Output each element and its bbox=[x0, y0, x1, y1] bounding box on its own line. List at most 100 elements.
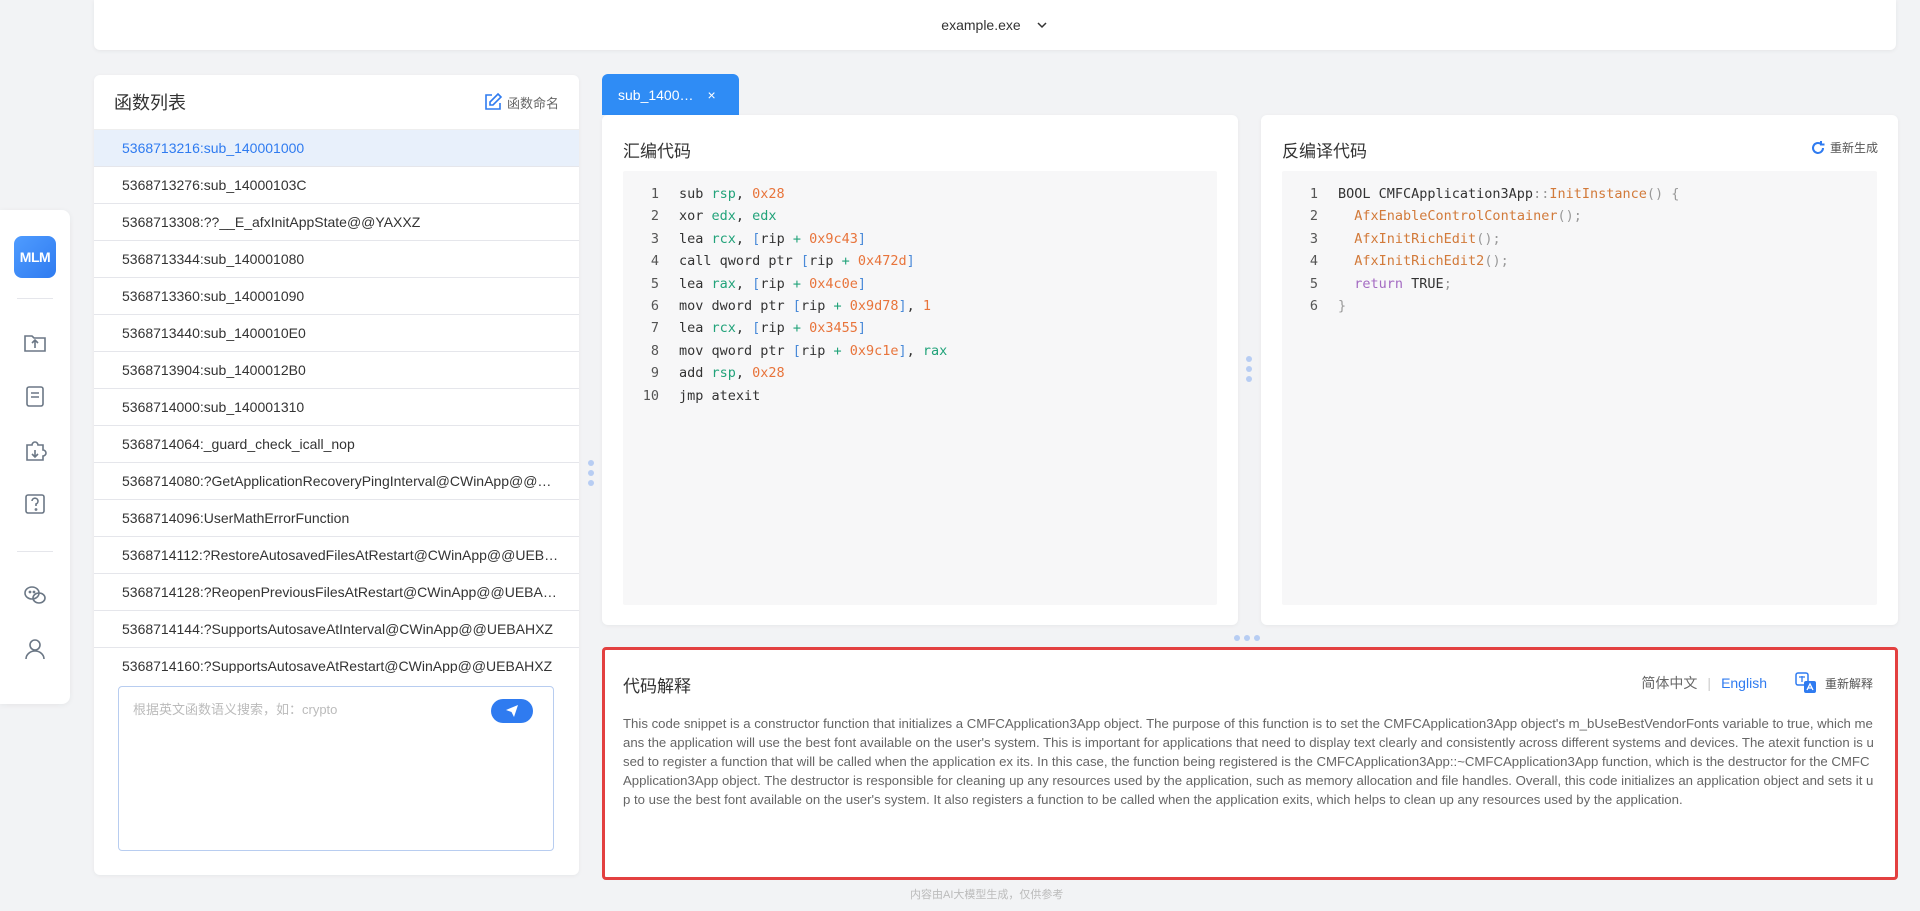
code-token: ] bbox=[857, 275, 867, 292]
decompiled-code-line: 5 return TRUE; bbox=[1282, 273, 1877, 295]
code-token: ] bbox=[898, 297, 907, 314]
code-token: [ bbox=[792, 342, 801, 359]
code-token: (); bbox=[1476, 230, 1501, 247]
assembly-code-text: lea rcx, [rip + 0x3455] bbox=[679, 317, 866, 339]
code-token: } bbox=[1338, 297, 1347, 314]
code-token: rip bbox=[800, 342, 826, 359]
code-token: 0x9c1e bbox=[849, 342, 899, 359]
function-list-item[interactable]: 5368713360:sub_140001090 bbox=[94, 278, 579, 315]
function-list-item[interactable]: 5368713344:sub_140001080 bbox=[94, 241, 579, 278]
line-number: 3 bbox=[1309, 230, 1318, 247]
code-token: + bbox=[784, 320, 810, 337]
function-list-item[interactable]: 5368713904:sub_1400012B0 bbox=[94, 352, 579, 389]
assembly-code: 1 sub rsp, 0x28 2 xor edx, edx 3 lea rcx, [ri… bbox=[623, 171, 1217, 605]
code-token: , bbox=[735, 365, 753, 382]
code-token: , bbox=[735, 275, 753, 292]
reinterpret-button[interactable]: 重新解释 bbox=[1795, 672, 1873, 694]
function-list-item[interactable]: 5368714064:_guard_check_icall_nop bbox=[94, 426, 579, 463]
nav-document[interactable] bbox=[20, 381, 50, 411]
assembly-code-line: 3 lea rcx, [rip + 0x9c43] bbox=[623, 228, 1217, 250]
code-token: return bbox=[1354, 275, 1404, 292]
lang-english-button[interactable]: English bbox=[1721, 675, 1767, 691]
tab-label: sub_1400… bbox=[618, 86, 694, 103]
code-token: rip bbox=[760, 230, 785, 247]
code-token: , bbox=[735, 320, 753, 337]
code-token: mov dword ptr bbox=[679, 297, 793, 314]
line-number: 10 bbox=[642, 387, 659, 404]
function-list-item[interactable]: 5368713276:sub_14000103C bbox=[94, 167, 579, 204]
lang-chinese-button[interactable]: 简体中文 bbox=[1641, 673, 1697, 693]
line-number: 8 bbox=[650, 342, 659, 359]
splitter-middle[interactable] bbox=[1246, 356, 1252, 382]
regenerate-button[interactable]: 重新生成 bbox=[1810, 139, 1878, 156]
code-token: ] bbox=[898, 342, 907, 359]
close-icon[interactable]: × bbox=[708, 87, 716, 103]
function-list-item[interactable]: 5368714128:?ReopenPreviousFilesAtRestart… bbox=[94, 574, 579, 611]
function-list-item[interactable]: 5368713308:??__E_afxInitAppState@@YAXXZ bbox=[94, 204, 579, 241]
assembly-code-line: 4 call qword ptr [rip + 0x472d] bbox=[623, 250, 1217, 272]
rename-function-button[interactable]: 函数命名 bbox=[483, 92, 559, 112]
function-list-item[interactable]: 5368713216:sub_140001000 bbox=[94, 130, 579, 167]
code-token: (); bbox=[1557, 208, 1582, 225]
code-token: ; bbox=[1443, 275, 1452, 292]
assembly-code-text: mov dword ptr [rip + 0x9d78], 1 bbox=[679, 295, 931, 317]
function-list-item[interactable]: 5368714160:?SupportsAutosaveAtRestart@CW… bbox=[94, 648, 579, 673]
code-token: , bbox=[906, 342, 923, 359]
code-token: ] bbox=[906, 253, 915, 270]
code-token: + bbox=[825, 342, 850, 359]
chevron-down-icon bbox=[1037, 22, 1047, 29]
code-token: lea bbox=[679, 320, 712, 337]
semantic-search-input[interactable] bbox=[133, 699, 473, 719]
code-token: () { bbox=[1646, 186, 1680, 202]
nav-divider bbox=[17, 551, 53, 552]
assembly-code-line: 2 xor edx, edx bbox=[623, 205, 1217, 227]
function-list-item[interactable]: 5368714080:?GetApplicationRecoveryPingIn… bbox=[94, 463, 579, 500]
reinterpret-label: 重新解释 bbox=[1824, 676, 1873, 691]
function-list-title: 函数列表 bbox=[114, 93, 186, 113]
nav-upload-folder[interactable] bbox=[20, 327, 50, 357]
line-number: 5 bbox=[1309, 275, 1318, 292]
code-token: + bbox=[825, 297, 850, 314]
explanation-title: 代码解释 bbox=[623, 677, 691, 696]
code-token: call qword ptr bbox=[679, 253, 801, 270]
assembly-panel: 汇编代码 1 sub rsp, 0x28 2 xor edx, edx 3 lea rcx… bbox=[602, 115, 1238, 625]
function-list-item[interactable]: 5368714000:sub_140001310 bbox=[94, 389, 579, 426]
folder-upload-icon bbox=[24, 335, 46, 352]
decompiled-code-line: 3 AfxInitRichEdit(); bbox=[1282, 228, 1877, 250]
function-list-item[interactable]: 5368714112:?RestoreAutosavedFilesAtResta… bbox=[94, 537, 579, 574]
nav-wechat[interactable] bbox=[20, 580, 50, 610]
assembly-code-text: lea rcx, [rip + 0x9c43] bbox=[679, 228, 866, 250]
decompiled-panel: 反编译代码 重新生成 1 BOOL CMFCApplication3App::In… bbox=[1261, 115, 1898, 625]
code-token: ] bbox=[857, 320, 867, 337]
help-icon bbox=[25, 494, 45, 514]
puzzle-icon bbox=[26, 441, 47, 461]
code-token: rsp bbox=[711, 365, 736, 382]
code-token: 0x28 bbox=[752, 186, 785, 202]
line-number: 6 bbox=[650, 297, 659, 314]
function-list-item[interactable]: 5368714144:?SupportsAutosaveAtInterval@C… bbox=[94, 611, 579, 648]
code-token: 0x9d78 bbox=[849, 297, 899, 314]
nav-plugin[interactable] bbox=[20, 435, 50, 465]
code-token: 0x28 bbox=[752, 365, 785, 382]
splitter-horizontal[interactable] bbox=[1234, 635, 1260, 641]
function-list-item[interactable]: 5368713440:sub_1400010E0 bbox=[94, 315, 579, 352]
left-nav: MLM bbox=[0, 210, 70, 704]
code-token: + bbox=[784, 275, 810, 292]
code-explanation-panel: 代码解释 简体中文 | English 重新解释 This code snipp… bbox=[602, 647, 1898, 880]
semantic-search-box[interactable] bbox=[118, 686, 554, 851]
file-select[interactable]: example.exe bbox=[941, 17, 1048, 33]
tab-sub-140001000[interactable]: sub_1400… × bbox=[602, 74, 739, 115]
code-token: jmp atexit bbox=[679, 387, 761, 404]
nav-user[interactable] bbox=[20, 634, 50, 664]
function-list-item[interactable]: 5368714096:UserMathErrorFunction bbox=[94, 500, 579, 537]
code-token: [ bbox=[792, 297, 801, 314]
line-number: 5 bbox=[650, 275, 659, 292]
splitter-left[interactable] bbox=[588, 460, 594, 486]
code-token: rcx bbox=[711, 230, 736, 247]
send-button[interactable] bbox=[491, 699, 533, 723]
code-token: rip bbox=[800, 297, 826, 314]
nav-help[interactable] bbox=[20, 489, 50, 519]
code-token: rax bbox=[711, 275, 736, 292]
code-token: rip bbox=[809, 253, 834, 270]
